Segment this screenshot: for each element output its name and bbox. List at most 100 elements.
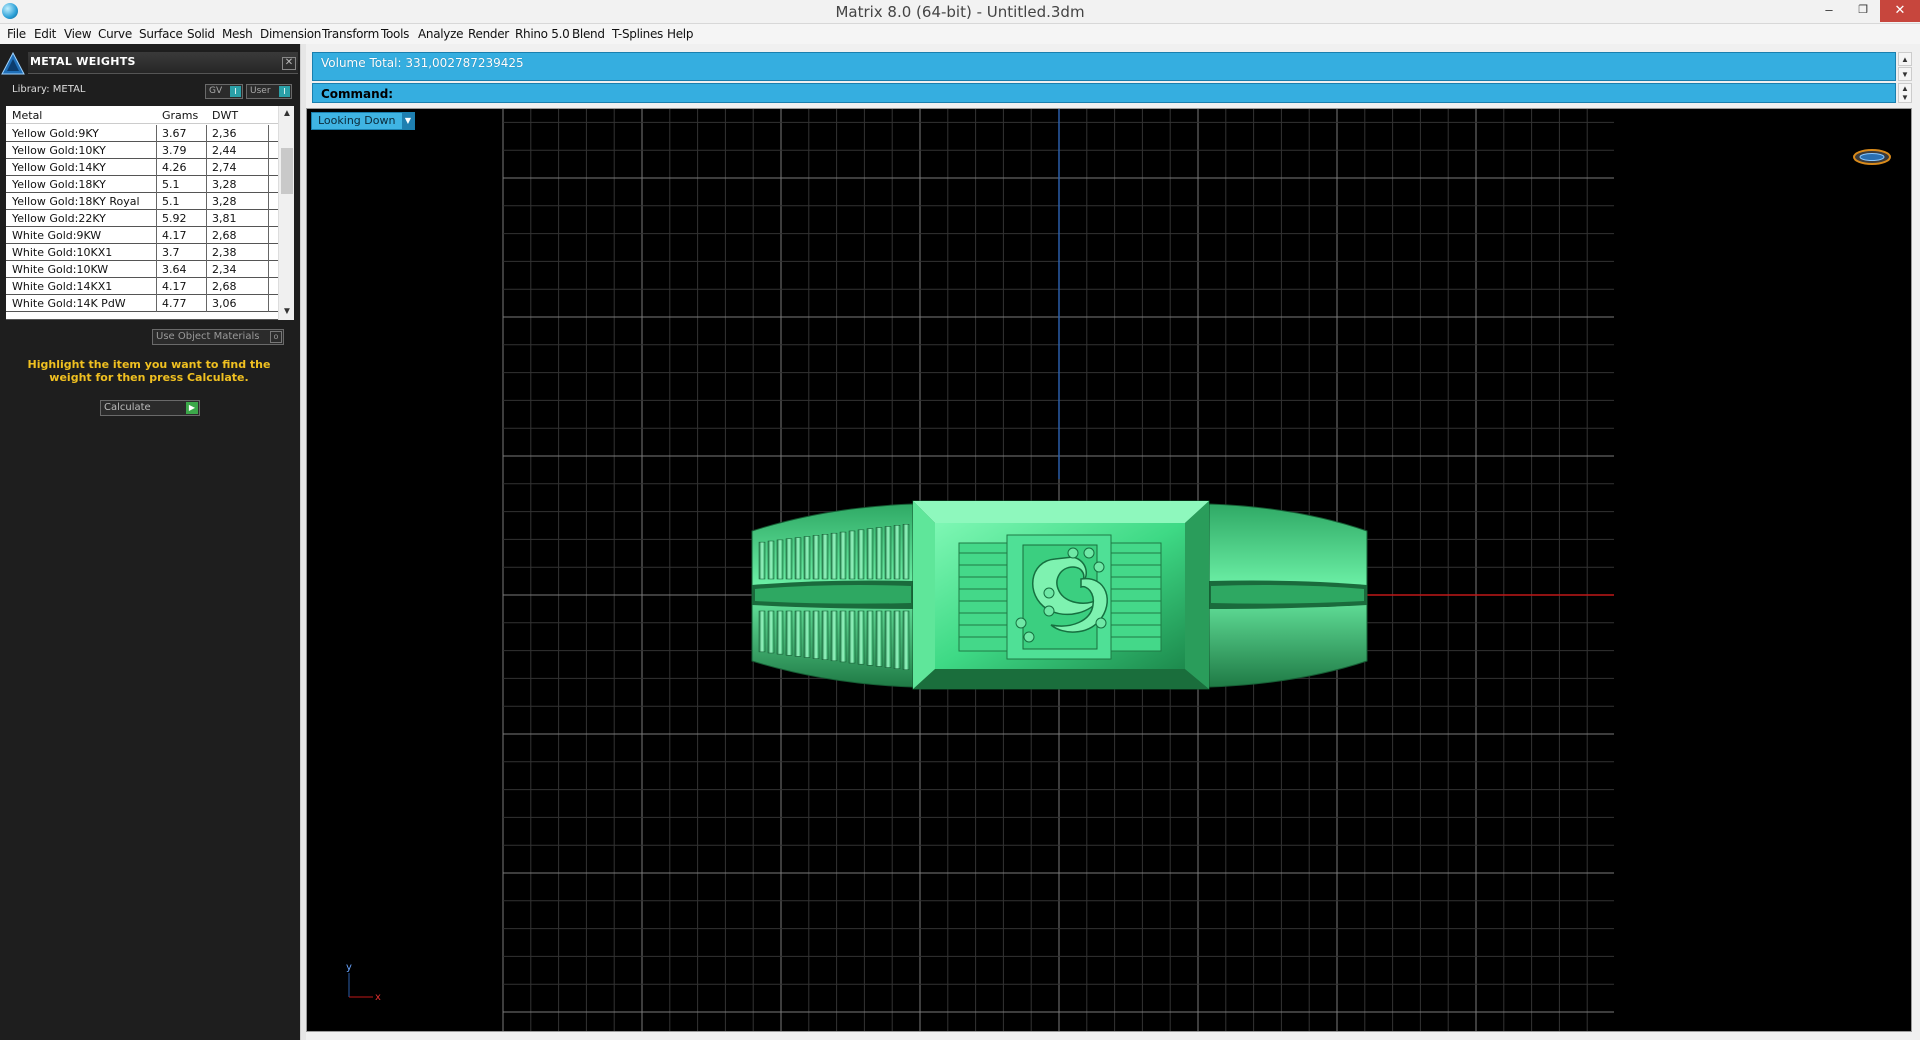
gv-toggle[interactable]: GV I bbox=[205, 84, 243, 99]
menu-rhino[interactable]: Rhino 5.0 bbox=[515, 27, 570, 41]
table-scrollbar[interactable]: ▲ ▼ bbox=[278, 106, 294, 320]
metal-name-cell: White Gold:9KW bbox=[12, 229, 102, 242]
metal-name-cell: White Gold:10KW bbox=[12, 263, 109, 276]
column-divider bbox=[206, 244, 207, 261]
scroll-down-icon[interactable]: ▼ bbox=[279, 304, 294, 320]
title-bar: Matrix 8.0 (64-bit) - Untitled.3dm – ❐ ✕ bbox=[0, 0, 1920, 24]
metal-weights-table: Metal Grams DWT Yellow Gold:9KY 3.67 2,36 Y… bbox=[6, 106, 294, 320]
user-toggle[interactable]: User I bbox=[246, 84, 292, 99]
menu-surface[interactable]: Surface bbox=[139, 27, 183, 41]
world-axis-icon: y x bbox=[346, 962, 381, 1003]
ring-rib bbox=[785, 538, 793, 580]
menu-transform[interactable]: Transform bbox=[322, 27, 379, 41]
minimize-button[interactable]: – bbox=[1812, 0, 1846, 22]
viewport-title-dropdown[interactable]: Looking Down ▼ bbox=[311, 112, 415, 130]
history-scroll-up-icon[interactable]: ▲ bbox=[1898, 52, 1912, 66]
grams-cell: 4.26 bbox=[162, 161, 187, 174]
grams-cell: 4.77 bbox=[162, 297, 187, 310]
column-divider bbox=[156, 244, 157, 261]
ring-rib bbox=[884, 526, 892, 580]
use-object-materials-toggle[interactable]: Use Object Materials o bbox=[152, 329, 284, 345]
menu-tools[interactable]: Tools bbox=[381, 27, 409, 41]
table-row-partial[interactable] bbox=[6, 312, 278, 320]
menu-blend[interactable]: Blend bbox=[572, 27, 605, 41]
view-navigation-icon[interactable] bbox=[1853, 147, 1891, 167]
column-divider bbox=[206, 159, 207, 176]
table-row[interactable]: Yellow Gold:18KY 5.1 3,28 bbox=[6, 176, 278, 193]
menu-edit[interactable]: Edit bbox=[34, 27, 56, 41]
matrix-app-window: Matrix 8.0 (64-bit) - Untitled.3dm – ❐ ✕… bbox=[0, 0, 1920, 1040]
column-divider bbox=[268, 176, 269, 193]
command-area: Volume Total: 331,002787239425 ▲ ▼ Comma… bbox=[306, 48, 1916, 106]
grams-cell: 5.92 bbox=[162, 212, 187, 225]
dwt-cell: 2,44 bbox=[212, 144, 237, 157]
column-divider bbox=[206, 125, 207, 142]
history-scroll-down-icon[interactable]: ▼ bbox=[1898, 67, 1912, 81]
table-row[interactable]: White Gold:9KW 4.17 2,68 bbox=[6, 227, 278, 244]
menu-render[interactable]: Render bbox=[468, 27, 509, 41]
ring-rib bbox=[866, 528, 874, 580]
menu-mesh[interactable]: Mesh bbox=[222, 27, 253, 41]
menu-analyze[interactable]: Analyze bbox=[418, 27, 463, 41]
column-divider bbox=[268, 210, 269, 227]
column-divider bbox=[268, 261, 269, 278]
column-divider bbox=[206, 142, 207, 159]
column-header-dwt[interactable]: DWT bbox=[212, 109, 238, 122]
table-row[interactable]: Yellow Gold:14KY 4.26 2,74 bbox=[6, 159, 278, 176]
panel-header: METAL WEIGHTS ✕ bbox=[0, 48, 300, 75]
ring-model[interactable] bbox=[751, 500, 1368, 690]
viewport-canvas[interactable] bbox=[307, 109, 1911, 1031]
ring-rib bbox=[893, 610, 901, 669]
ring-rib bbox=[821, 534, 829, 580]
viewport-looking-down[interactable]: Looking Down ▼ y x bbox=[306, 108, 1912, 1032]
column-divider bbox=[156, 261, 157, 278]
menu-curve[interactable]: Curve bbox=[98, 27, 132, 41]
menu-file[interactable]: File bbox=[7, 27, 26, 41]
metal-name-cell: Yellow Gold:10KY bbox=[12, 144, 106, 157]
close-button[interactable]: ✕ bbox=[1880, 0, 1920, 22]
ring-rib bbox=[839, 610, 847, 663]
viewport-title: Looking Down bbox=[318, 114, 396, 127]
table-row[interactable]: Yellow Gold:22KY 5.92 3,81 bbox=[6, 210, 278, 227]
table-row[interactable]: White Gold:10KW 3.64 2,34 bbox=[6, 261, 278, 278]
matrix-logo-icon bbox=[1, 52, 25, 75]
restore-button[interactable]: ❐ bbox=[1846, 0, 1880, 22]
chevron-down-icon[interactable]: ▼ bbox=[402, 113, 414, 129]
dwt-cell: 3,28 bbox=[212, 195, 237, 208]
command-spin-icon[interactable]: ▲ ▼ bbox=[1898, 83, 1912, 103]
grams-cell: 3.64 bbox=[162, 263, 187, 276]
column-divider bbox=[268, 142, 269, 159]
column-divider bbox=[206, 227, 207, 244]
command-input[interactable]: Command: bbox=[312, 83, 1896, 103]
dwt-cell: 2,68 bbox=[212, 229, 237, 242]
menu-dimension[interactable]: Dimension bbox=[260, 27, 321, 41]
menu-tsplines[interactable]: T-Splines bbox=[612, 27, 663, 41]
column-divider bbox=[156, 278, 157, 295]
column-divider bbox=[156, 142, 157, 159]
ring-rib bbox=[767, 610, 775, 654]
ring-rib bbox=[794, 537, 802, 580]
table-row[interactable]: Yellow Gold:9KY 3.67 2,36 bbox=[6, 125, 278, 142]
table-row[interactable]: White Gold:10KX1 3.7 2,38 bbox=[6, 244, 278, 261]
column-divider bbox=[206, 193, 207, 210]
ring-rib bbox=[875, 527, 883, 580]
instruction-text: Highlight the item you want to find the … bbox=[27, 358, 271, 384]
ring-rib bbox=[812, 535, 820, 580]
ring-rib bbox=[902, 610, 910, 671]
panel-close-icon[interactable]: ✕ bbox=[282, 57, 296, 70]
menu-help[interactable]: Help bbox=[667, 27, 693, 41]
grams-cell: 3.7 bbox=[162, 246, 180, 259]
menu-solid[interactable]: Solid bbox=[187, 27, 215, 41]
menu-view[interactable]: View bbox=[64, 27, 92, 41]
scroll-thumb[interactable] bbox=[281, 148, 293, 194]
ring-rib bbox=[830, 532, 838, 580]
volume-total-output: Volume Total: 331,002787239425 bbox=[321, 56, 524, 70]
table-row[interactable]: Yellow Gold:18KY Royal 5.1 3,28 bbox=[6, 193, 278, 210]
table-row[interactable]: Yellow Gold:10KY 3.79 2,44 bbox=[6, 142, 278, 159]
table-row[interactable]: White Gold:14KX1 4.17 2,68 bbox=[6, 278, 278, 295]
column-header-metal[interactable]: Metal bbox=[12, 109, 42, 122]
table-row[interactable]: White Gold:14K PdW 4.77 3,06 bbox=[6, 295, 278, 312]
scroll-up-icon[interactable]: ▲ bbox=[279, 106, 294, 122]
column-header-grams[interactable]: Grams bbox=[162, 109, 198, 122]
calculate-button[interactable]: Calculate ▶ bbox=[100, 400, 200, 416]
